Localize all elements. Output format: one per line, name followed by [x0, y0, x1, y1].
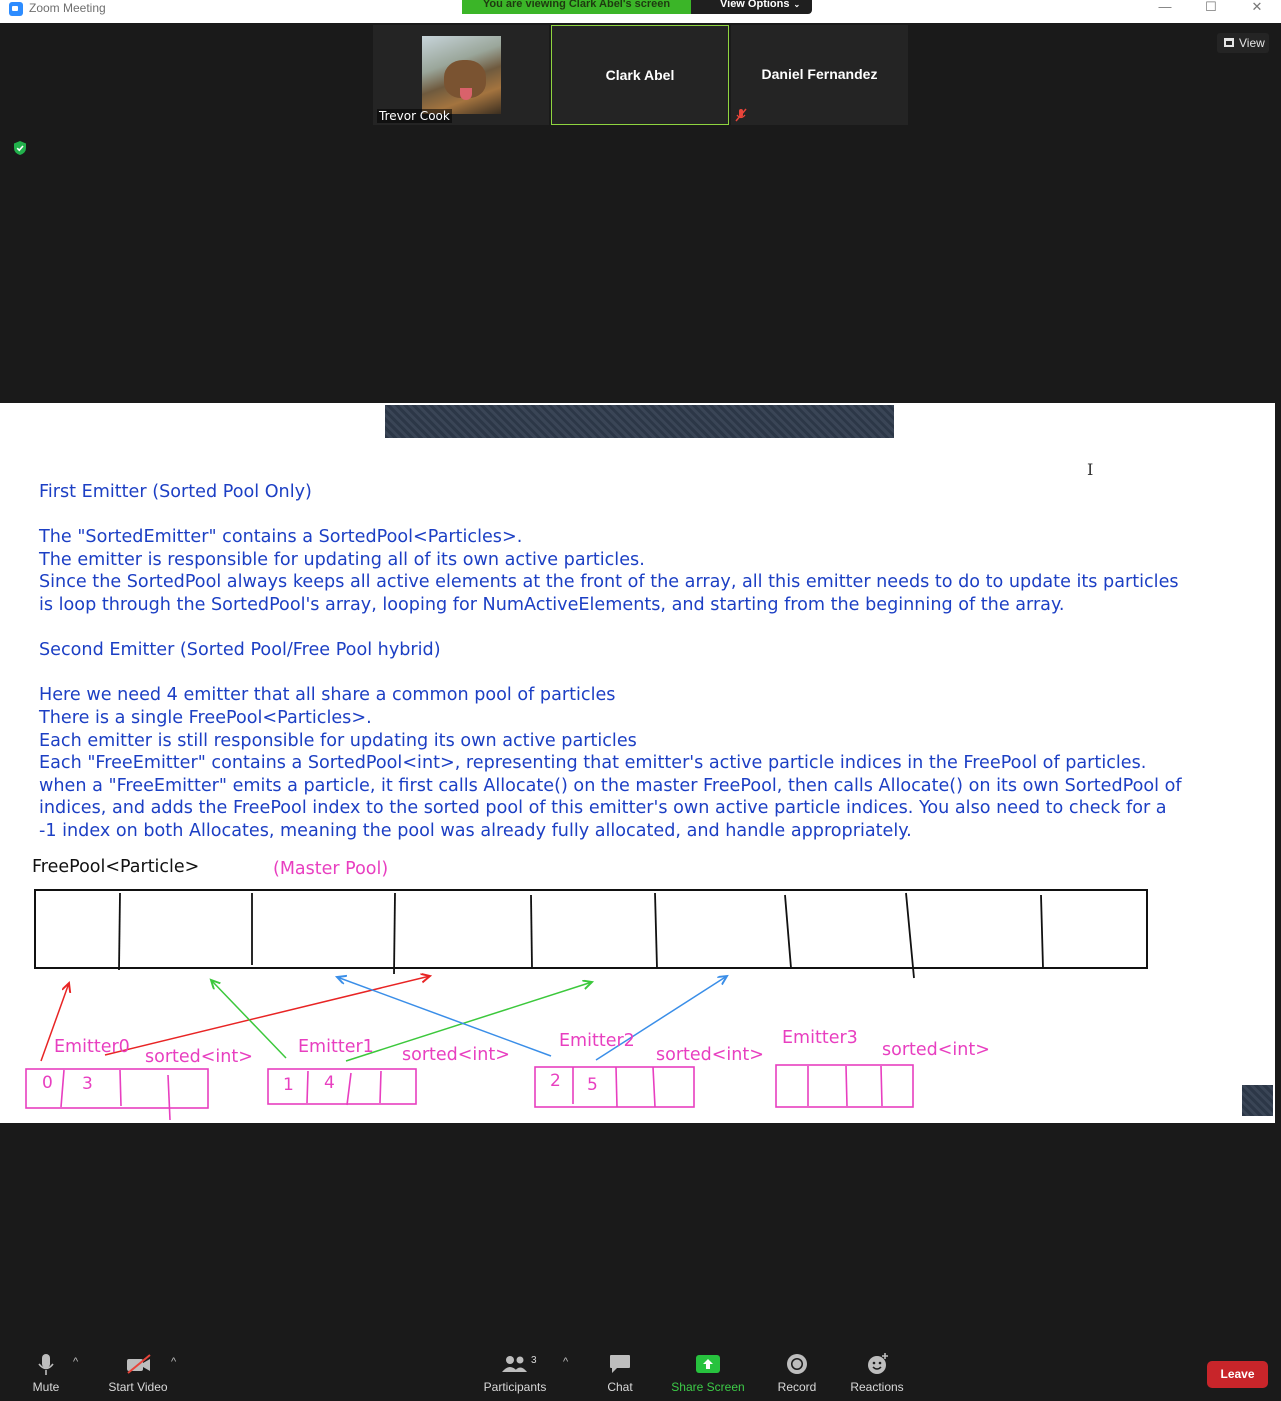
doc-line: The emitter is responsible for updating …	[39, 549, 645, 570]
encryption-shield-icon[interactable]	[13, 140, 27, 156]
doc-line-blank	[39, 617, 1254, 640]
doc-line: First Emitter (Sorted Pool Only)	[39, 482, 312, 502]
emitter0-pool-label: sorted<int>	[145, 1047, 253, 1067]
emitter1-value: 4	[324, 1073, 335, 1093]
participants-button[interactable]: Participants	[480, 1338, 550, 1401]
doc-line: There is a single FreePool<Particles>.	[39, 707, 372, 728]
participant-name: Daniel Fernandez	[761, 66, 878, 82]
dog-tongue	[460, 88, 472, 100]
meeting-toolbar	[0, 1338, 1281, 1401]
pool-diagram	[25, 889, 1148, 1121]
participant-name: Trevor Cook	[377, 109, 452, 123]
share-screen-icon	[696, 1355, 720, 1373]
leave-meeting-button[interactable]: Leave	[1207, 1361, 1268, 1388]
zoom-app-icon	[9, 2, 23, 16]
chat-label: Chat	[607, 1380, 633, 1394]
doc-line: Each "FreeEmitter" contains a SortedPool…	[39, 753, 1147, 774]
participants-options-caret-icon[interactable]: ^	[563, 1356, 568, 1368]
emitter0-value: 0	[42, 1073, 53, 1093]
start-video-button[interactable]: Start Video	[103, 1338, 173, 1401]
emitter2-value: 5	[587, 1075, 598, 1095]
emitter2-label: Emitter2	[559, 1031, 635, 1051]
text-cursor-icon: I	[1087, 460, 1094, 479]
doc-line: indices, and adds the FreePool index to …	[39, 798, 1167, 819]
emitter3-label: Emitter3	[782, 1028, 858, 1048]
emitter1-pool-label: sorted<int>	[402, 1045, 510, 1065]
view-label: View	[1239, 36, 1265, 50]
emitter0-pool-box	[25, 1068, 209, 1109]
record-icon	[787, 1354, 807, 1374]
share-screen-label: Share Screen	[671, 1380, 745, 1394]
zoom-meeting-window: Zoom Meeting You are viewing Clark Abel'…	[0, 0, 1281, 1401]
view-options-button[interactable]: View Options ⌄	[691, 0, 812, 14]
doc-line: Each emitter is still responsible for up…	[39, 730, 637, 751]
video-off-icon	[127, 1354, 151, 1374]
doc-line: Since the SortedPool always keeps all ac…	[39, 572, 1179, 593]
participant-name: Clark Abel	[605, 67, 675, 83]
emitter0-value: 3	[82, 1074, 93, 1094]
close-icon[interactable]: ✕	[1242, 0, 1272, 16]
reactions-label: Reactions	[850, 1380, 904, 1394]
emitter0-label: Emitter0	[54, 1037, 130, 1057]
shared-screen-titlebar	[385, 405, 894, 438]
view-options-label: View Options	[720, 0, 790, 10]
muted-mic-icon	[735, 108, 747, 122]
doc-line: Here we need 4 emitter that all share a …	[39, 685, 616, 706]
gallery-view-icon	[1224, 38, 1234, 47]
chat-button[interactable]: Chat	[600, 1338, 640, 1401]
maximize-icon[interactable]: ☐	[1196, 0, 1226, 16]
participant-tile-daniel[interactable]: Daniel Fernandez	[731, 25, 908, 125]
record-button[interactable]: Record	[775, 1338, 819, 1401]
arrow-emitter0-to-slot3	[104, 976, 430, 1056]
participants-label: Participants	[483, 1380, 547, 1394]
share-screen-button[interactable]: Share Screen	[670, 1338, 746, 1401]
participant-tile-trevor[interactable]: Trevor Cook	[373, 25, 549, 125]
doc-line: when a "FreeEmitter" emits a particle, i…	[39, 775, 1182, 796]
master-pool-box	[34, 889, 1148, 969]
doc-line: The "SortedEmitter" contains a SortedPoo…	[39, 527, 523, 548]
microphone-icon	[38, 1354, 54, 1375]
emitter1-label: Emitter1	[298, 1037, 374, 1057]
record-label: Record	[777, 1380, 817, 1394]
participants-icon	[502, 1356, 527, 1372]
view-layout-button[interactable]: View	[1217, 33, 1269, 53]
title-bar: Zoom Meeting You are viewing Clark Abel'…	[0, 0, 1281, 23]
doc-line-blank	[39, 504, 1254, 527]
emitter1-value: 1	[283, 1075, 294, 1095]
doc-line: is loop through the SortedPool's array, …	[39, 594, 1065, 615]
emitter3-pool-box	[775, 1064, 914, 1108]
shared-document-text: First Emitter (Sorted Pool Only) The "So…	[39, 481, 1254, 843]
start-video-label: Start Video	[108, 1380, 168, 1394]
doc-line: -1 index on both Allocates, meaning the …	[39, 820, 912, 841]
shared-screen: I First Emitter (Sorted Pool Only) The "…	[0, 403, 1275, 1123]
chevron-down-icon: ⌄	[793, 0, 801, 9]
participants-count: 3	[531, 1355, 537, 1366]
participant-tile-clark[interactable]: Clark Abel	[551, 25, 729, 125]
master-pool-dividers	[118, 892, 1044, 979]
viewing-screen-banner: You are viewing Clark Abel's screen	[462, 0, 691, 14]
doc-line-blank	[39, 662, 1254, 685]
minimize-icon[interactable]: —	[1150, 0, 1180, 16]
emitter2-pool-label: sorted<int>	[656, 1045, 764, 1065]
window-title: Zoom Meeting	[29, 1, 106, 15]
emitter2-value: 2	[550, 1071, 561, 1091]
reactions-icon	[868, 1353, 888, 1374]
doc-line: Second Emitter (Sorted Pool/Free Pool hy…	[39, 640, 441, 661]
reactions-button[interactable]: Reactions	[848, 1338, 906, 1401]
video-options-caret-icon[interactable]: ^	[171, 1356, 176, 1368]
emitter3-pool-label: sorted<int>	[882, 1040, 990, 1060]
audio-options-caret-icon[interactable]: ^	[73, 1356, 78, 1368]
mute-button[interactable]: Mute	[26, 1338, 66, 1401]
chat-icon	[610, 1355, 630, 1373]
participant-video	[422, 36, 501, 114]
mute-label: Mute	[32, 1380, 60, 1394]
